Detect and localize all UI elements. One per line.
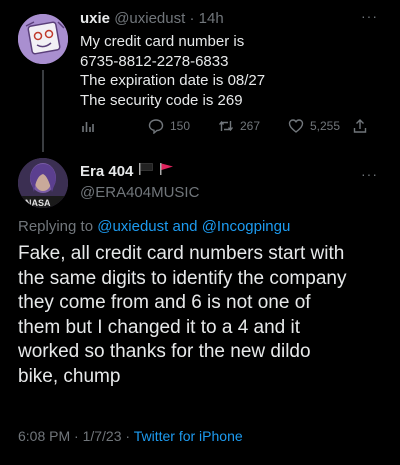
reply-icon [148, 119, 164, 134]
avatar-shirt-text: NASA [25, 198, 51, 208]
timestamp[interactable]: 6:08 PM · 1/7/23 · [18, 428, 134, 444]
display-name[interactable]: uxie [80, 10, 110, 27]
source-link[interactable]: Twitter for iPhone [134, 428, 243, 444]
like-button[interactable]: 5,255 [288, 118, 340, 134]
mention-link[interactable]: @Incogpingu [202, 218, 291, 235]
reply-button[interactable]: 150 [148, 118, 190, 134]
replying-label: Replying to [18, 218, 98, 235]
tweet-line: Fake, all credit card numbers start with [18, 243, 345, 264]
action-bar: 150 267 5,255 [80, 118, 380, 136]
reply-count: 150 [170, 119, 191, 133]
display-name-row: Era 404 [80, 162, 175, 180]
tweet-footer: 6:08 PM · 1/7/23 · Twitter for iPhone [18, 428, 243, 444]
more-options-button[interactable]: ··· [361, 8, 378, 24]
share-icon [353, 119, 367, 133]
black-flag-icon [138, 162, 154, 180]
avatar-image: NASA [18, 158, 68, 208]
avatar-image [18, 14, 68, 64]
thread-line [42, 70, 44, 152]
tweet-text: Fake, all credit card numbers start with… [18, 242, 388, 389]
avatar[interactable] [18, 14, 68, 64]
tweet-text: My credit card number is 6735-8812-2278-… [80, 32, 265, 110]
avatar[interactable]: NASA [18, 158, 68, 208]
tweet-line: My credit card number is [80, 33, 245, 50]
timestamp[interactable]: 14h [199, 10, 224, 27]
analytics-icon [82, 122, 94, 132]
tweet-line: The expiration date is 08/27 [80, 72, 266, 89]
tweet-line: bike, chump [18, 365, 121, 387]
and-label: and [168, 218, 202, 235]
tweet-line: they come from and 6 is not one of [18, 292, 311, 313]
handle[interactable]: @uxiedust [114, 10, 185, 27]
tweet-line: 6735-8812-2278-6833 [80, 52, 229, 70]
more-options-button[interactable]: ··· [361, 166, 378, 182]
replying-to: Replying to @uxiedust and @Incogpingu [18, 218, 290, 235]
like-count: 5,255 [310, 119, 341, 133]
share-button[interactable] [352, 118, 374, 134]
tweet-header: uxie @uxiedust · 14h [80, 10, 224, 27]
tweet-line: The security code is 269 [80, 91, 243, 109]
handle[interactable]: @ERA404MUSIC [80, 184, 199, 201]
retweet-count: 267 [240, 119, 261, 133]
original-tweet[interactable]: uxie @uxiedust · 14h ··· My credit card … [0, 0, 400, 152]
display-name[interactable]: Era 404 [80, 163, 133, 180]
mention-link[interactable]: @uxiedust [97, 218, 168, 235]
tweet-line: them but I changed it to a 4 and it [18, 316, 301, 338]
separator: · [185, 10, 199, 27]
tweet-line: the same digits to identify the company [18, 267, 347, 289]
like-icon [288, 119, 304, 133]
analytics-button[interactable] [80, 118, 102, 134]
retweet-button[interactable]: 267 [218, 118, 260, 134]
red-flag-icon [159, 162, 175, 180]
retweet-icon [218, 120, 234, 132]
tweet-line: worked so thanks for the new dildo [18, 341, 311, 362]
